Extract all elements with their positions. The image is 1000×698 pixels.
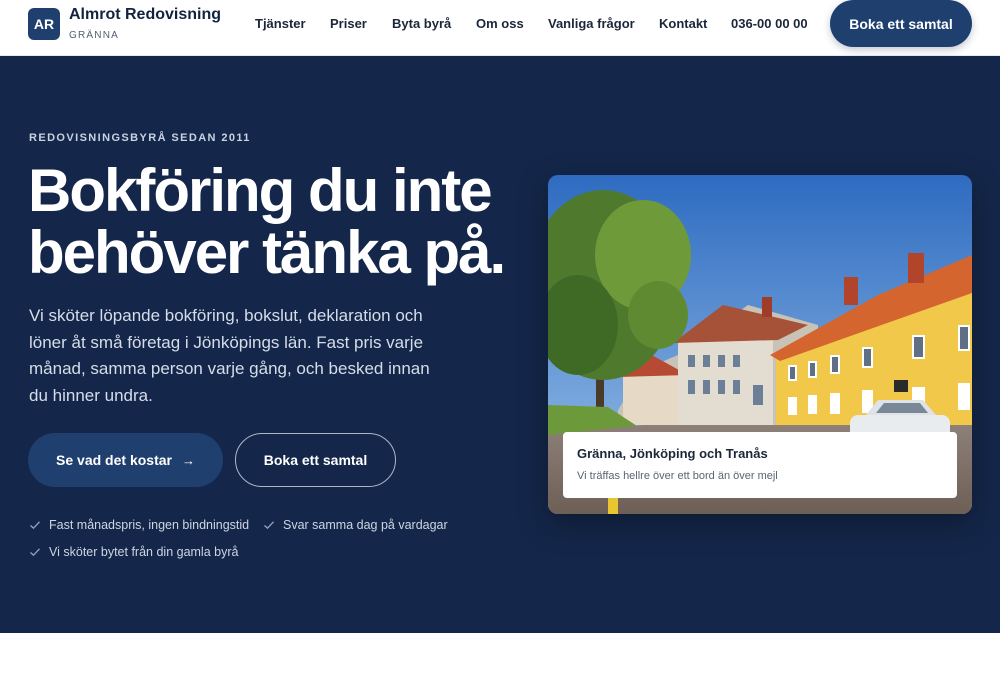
check-icon <box>264 521 275 530</box>
check-label: Fast månadspris, ingen bindningstid <box>49 518 250 532</box>
see-pricing-button[interactable]: Se vad det kostar → <box>28 433 223 487</box>
see-pricing-label: Se vad det kostar <box>56 452 172 468</box>
hero-lede: Vi sköter löpande bokföring, bokslut, de… <box>29 306 430 405</box>
photo-caption: Gränna, Jönköping och Tranås Vi träffas … <box>563 432 957 498</box>
check-icon <box>30 548 41 557</box>
hero-section: REDOVISNINGSBYRÅ SEDAN 2011 Bokföring du… <box>0 56 1000 633</box>
nav-link-kontakt[interactable]: Kontakt <box>659 16 707 31</box>
site-header: AR Almrot Redovisning GRÄNNA Tjänster Pr… <box>0 0 1000 56</box>
town-photo-card: Gränna, Jönköping och Tranås Vi träffas … <box>548 175 972 514</box>
nav-link-tjanster[interactable]: Tjänster <box>255 16 306 31</box>
hero-headline: Bokföring du inte behöver tänka på. <box>28 160 548 284</box>
check-label: Svar samma dag på vardagar <box>283 518 448 532</box>
nav-link-vanliga-fragor[interactable]: Vanliga frågor <box>548 16 635 31</box>
arrow-right-icon: → <box>181 452 195 468</box>
hero-headline-line2: behöver tänka på. <box>28 219 506 286</box>
check-list-item: Fast månadspris, ingen bindningstid <box>29 518 249 532</box>
check-label: Vi sköter bytet från din gamla byrå <box>49 545 239 559</box>
hero-eyebrow: REDOVISNINGSBYRÅ SEDAN 2011 <box>29 132 251 144</box>
check-list-item: Svar samma dag på vardagar <box>263 518 448 532</box>
header-book-call-button[interactable]: Boka ett samtal <box>830 0 972 47</box>
photo-caption-subtitle: Vi träffas hellre över ett bord än över … <box>577 470 778 482</box>
nav-link-om-oss[interactable]: Om oss <box>476 16 524 31</box>
hero-headline-line1: Bokföring du inte <box>28 157 493 224</box>
check-icon <box>30 521 41 530</box>
brand-name[interactable]: Almrot Redovisning <box>69 6 221 24</box>
nav-link-byta-byra[interactable]: Byta byrå <box>392 16 451 31</box>
book-call-button[interactable]: Boka ett samtal <box>235 433 396 487</box>
brand-city: GRÄNNA <box>69 30 119 41</box>
logo-badge[interactable]: AR <box>28 8 60 40</box>
phone-link[interactable]: 036-00 00 00 <box>731 16 808 31</box>
nav-link-priser[interactable]: Priser <box>330 16 367 31</box>
check-list-item: Vi sköter bytet från din gamla byrå <box>29 545 238 559</box>
photo-caption-title: Gränna, Jönköping och Tranås <box>577 446 768 461</box>
